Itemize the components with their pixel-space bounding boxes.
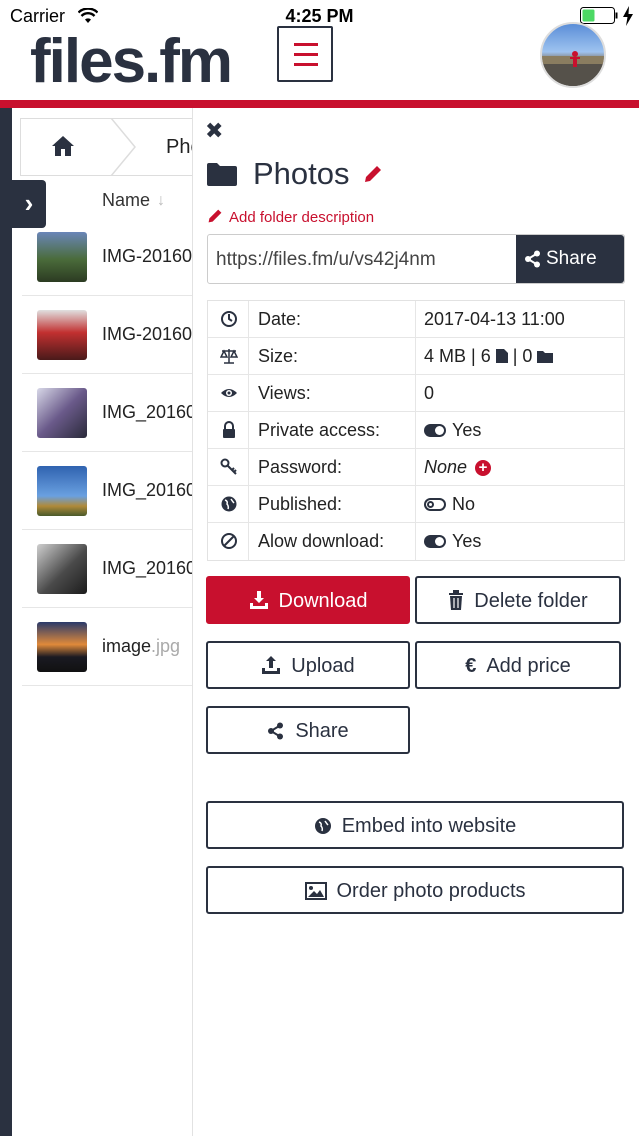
info-row-private-access: Private access: Yes — [208, 412, 624, 449]
add-folder-description-link[interactable]: Add folder description — [207, 208, 374, 226]
share-url-field[interactable]: https://files.fm/u/vs42j4nm Share — [207, 234, 625, 284]
chevron-right-icon: › — [24, 188, 34, 218]
private-access-toggle[interactable]: Yes — [424, 420, 481, 441]
image-icon — [304, 882, 327, 900]
file-list: Photos Name ↓ IMG-20160 IMG-20160 IMG_20… — [12, 108, 194, 1136]
info-row-allow-download: Alow download: Yes — [208, 523, 624, 560]
info-row-size: Size: 4 MB | 6 | 0 — [208, 338, 624, 375]
files-fm-logo[interactable]: files.fm — [30, 26, 233, 97]
folder-title: Photos — [253, 156, 350, 191]
sidebar-strip — [0, 108, 12, 1136]
info-row-password: Password: None + — [208, 449, 624, 486]
file-name: IMG-20160 — [102, 246, 193, 266]
lock-icon — [223, 421, 235, 438]
hamburger-menu-button[interactable] — [277, 26, 333, 82]
file-thumbnail — [37, 310, 87, 360]
column-header-name[interactable]: Name — [102, 190, 150, 211]
share-button[interactable]: Share — [206, 706, 410, 754]
expand-sidebar-button[interactable]: › — [12, 180, 46, 228]
menu-icon — [294, 43, 318, 46]
file-thumbnail — [37, 622, 87, 672]
delete-folder-button[interactable]: Delete folder — [415, 576, 621, 624]
breadcrumb-current[interactable]: Photos — [166, 136, 194, 159]
sort-down-icon[interactable]: ↓ — [157, 192, 165, 210]
close-icon[interactable]: ✖ — [205, 120, 223, 142]
published-toggle[interactable]: No — [424, 494, 475, 515]
info-row-published: Published: No — [208, 486, 624, 523]
globe-icon — [314, 818, 331, 834]
file-thumbnail — [37, 544, 87, 594]
share-icon — [268, 722, 284, 740]
file-row[interactable]: IMG_20160 — [22, 374, 194, 452]
share-url-button[interactable]: Share — [516, 235, 624, 283]
file-name: IMG_20160 — [102, 480, 194, 500]
file-thumbnail — [37, 466, 87, 516]
upload-button[interactable]: Upload — [206, 641, 410, 689]
file-icon — [495, 349, 508, 363]
upload-icon — [262, 656, 281, 674]
breadcrumb-separator — [110, 118, 136, 176]
order-photo-products-button[interactable]: Order photo products — [206, 866, 624, 914]
globe-icon — [221, 496, 237, 512]
file-row[interactable]: IMG_20160 — [22, 452, 194, 530]
toggle-on-icon — [424, 535, 446, 548]
ban-icon — [221, 533, 237, 549]
file-thumbnail — [37, 232, 87, 282]
file-row[interactable]: image.jpg — [22, 608, 194, 686]
clock-icon — [221, 311, 237, 327]
file-row[interactable]: IMG-20160 — [22, 296, 194, 374]
battery-icon — [580, 7, 618, 24]
breadcrumb: Photos — [20, 118, 194, 176]
folder-icon — [207, 163, 237, 186]
add-price-button[interactable]: € Add price — [415, 641, 621, 689]
info-row-date: Date: 2017-04-13 11:00 — [208, 301, 624, 338]
share-url-text[interactable]: https://files.fm/u/vs42j4nm — [216, 249, 436, 271]
pencil-icon — [208, 209, 222, 223]
file-name: image.jpg — [102, 636, 181, 656]
add-password-icon[interactable]: + — [475, 460, 492, 476]
clock: 4:25 PM — [285, 6, 354, 26]
file-thumbnail — [37, 388, 87, 438]
file-name: IMG_20160 — [102, 402, 194, 422]
file-name: IMG_20160 — [102, 558, 194, 578]
user-avatar[interactable] — [540, 22, 606, 88]
toggle-on-icon — [424, 424, 446, 437]
folder-info-table: Date: 2017-04-13 11:00 Size: 4 MB | 6 | … — [207, 300, 625, 561]
embed-into-website-button[interactable]: Embed into website — [206, 801, 624, 849]
file-row[interactable]: IMG_20160 — [22, 530, 194, 608]
download-button[interactable]: Download — [206, 576, 410, 624]
eye-icon — [221, 389, 237, 397]
info-row-views: Views: 0 — [208, 375, 624, 412]
allow-download-toggle[interactable]: Yes — [424, 531, 481, 552]
key-icon — [220, 458, 237, 475]
scale-icon — [220, 349, 238, 364]
euro-icon: € — [465, 655, 477, 677]
home-icon[interactable] — [51, 135, 75, 157]
download-icon — [249, 591, 268, 609]
file-row[interactable]: IMG-20160 — [22, 218, 194, 296]
share-icon — [525, 250, 540, 268]
charging-icon — [623, 6, 633, 26]
file-name: IMG-20160 — [102, 324, 193, 344]
edit-title-pencil-icon[interactable] — [363, 164, 383, 184]
folder-small-icon — [537, 351, 554, 363]
trash-icon — [449, 590, 464, 610]
folder-details-panel: ✖ Photos Add folder description https://… — [192, 108, 639, 1136]
app-header: files.fm — [0, 22, 639, 102]
header-accent-line — [0, 100, 639, 108]
toggle-off-icon — [424, 498, 446, 511]
